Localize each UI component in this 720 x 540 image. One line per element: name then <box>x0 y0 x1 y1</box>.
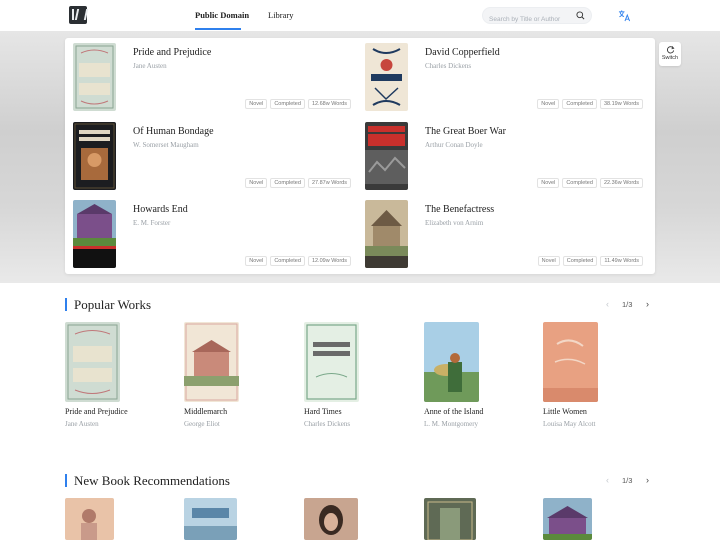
active-tab-indicator <box>195 28 241 30</box>
word-count-tag: 12.68w Words <box>307 99 351 109</box>
book-tags: Novel Completed 12.09w Words <box>245 256 351 266</box>
book-title[interactable]: Pride and Prejudice <box>133 47 211 58</box>
genre-tag: Novel <box>245 256 268 266</box>
book-cover[interactable] <box>65 498 114 540</box>
refresh-icon <box>666 46 674 54</box>
book-author: George Eliot <box>184 420 220 428</box>
page-indicator: 1/3 <box>622 300 633 309</box>
book-tags: Novel Completed 38.19w Words <box>537 99 643 109</box>
tab-public-domain[interactable]: Public Domain <box>195 10 249 20</box>
featured-book-the-benefactress[interactable]: The Benefactress Elizabeth von Arnim Nov… <box>357 195 647 268</box>
genre-tag: Novel <box>537 256 560 266</box>
search-box <box>482 7 592 27</box>
book-title[interactable]: The Benefactress <box>425 204 494 215</box>
recommended-book-4[interactable] <box>424 498 514 540</box>
book-cover[interactable] <box>73 43 116 111</box>
status-tag: Completed <box>270 178 305 188</box>
page-indicator: 1/3 <box>622 476 633 485</box>
recommended-book-3[interactable] <box>304 498 394 540</box>
translate-icon[interactable] <box>618 9 631 22</box>
book-author: Charles Dickens <box>304 420 351 428</box>
book-cover[interactable] <box>424 498 476 540</box>
book-cover[interactable] <box>184 498 237 540</box>
book-cover[interactable] <box>73 122 116 190</box>
book-cover[interactable] <box>304 498 358 540</box>
featured-book-the-great-boer-war[interactable]: The Great Boer War Arthur Conan Doyle No… <box>357 117 647 190</box>
genre-tag: Novel <box>245 178 268 188</box>
library-logo-icon[interactable] <box>69 6 87 24</box>
book-tags: Novel Completed 12.68w Words <box>245 99 351 109</box>
book-title[interactable]: Howards End <box>133 204 188 215</box>
tab-library[interactable]: Library <box>268 10 294 20</box>
book-title[interactable]: Of Human Bondage <box>133 126 214 137</box>
book-tags: Novel Completed 27.87w Words <box>245 178 351 188</box>
book-title[interactable]: Anne of the Island <box>424 407 514 416</box>
book-title[interactable]: The Great Boer War <box>425 126 506 137</box>
book-title[interactable]: Hard Times <box>304 407 394 416</box>
book-author: L. M. Montgomery <box>424 420 479 428</box>
top-header: Public Domain Library <box>0 0 720 31</box>
genre-tag: Novel <box>245 99 268 109</box>
recommended-book-1[interactable] <box>65 498 155 540</box>
popular-book-pride-and-prejudice[interactable]: Pride and Prejudice Jane Austen <box>65 322 155 428</box>
book-author: W. Somerset Maugham <box>133 141 199 149</box>
search-icon[interactable] <box>576 11 585 20</box>
chevron-left-icon[interactable]: ‹ <box>606 475 609 485</box>
word-count-tag: 38.19w Words <box>599 99 643 109</box>
book-cover[interactable] <box>543 498 592 540</box>
word-count-tag: 11.49w Words <box>600 256 643 266</box>
featured-book-david-copperfield[interactable]: David Copperfield Charles Dickens Novel … <box>357 38 647 111</box>
popular-book-middlemarch[interactable]: Middlemarch George Eliot <box>184 322 274 428</box>
book-author: Charles Dickens <box>425 62 472 70</box>
book-cover[interactable] <box>424 322 479 402</box>
status-tag: Completed <box>562 256 598 266</box>
book-cover[interactable] <box>365 122 408 190</box>
popular-works-title: Popular Works <box>65 298 151 311</box>
book-cover[interactable] <box>365 43 408 111</box>
book-title[interactable]: Little Women <box>543 407 633 416</box>
popular-book-hard-times[interactable]: Hard Times Charles Dickens <box>304 322 394 428</box>
book-tags: Novel Completed 11.49w Words <box>537 256 643 266</box>
book-author: Arthur Conan Doyle <box>425 141 483 149</box>
status-tag: Completed <box>270 99 305 109</box>
status-tag: Completed <box>562 99 597 109</box>
book-author: Elizabeth von Arnim <box>425 219 484 227</box>
new-recommendations-title: New Book Recommendations <box>65 474 230 487</box>
chevron-right-icon[interactable]: › <box>646 299 649 309</box>
book-cover[interactable] <box>184 322 239 402</box>
book-author: Jane Austen <box>133 62 167 70</box>
popular-book-little-women[interactable]: Little Women Louisa May Alcott <box>543 322 633 428</box>
book-author: E. M. Forster <box>133 219 171 227</box>
status-tag: Completed <box>562 178 597 188</box>
book-title[interactable]: David Copperfield <box>425 47 500 58</box>
book-cover[interactable] <box>65 322 120 402</box>
book-author: Louisa May Alcott <box>543 420 596 428</box>
book-cover[interactable] <box>304 322 359 402</box>
book-cover[interactable] <box>73 200 116 268</box>
featured-book-pride-and-prejudice[interactable]: Pride and Prejudice Jane Austen Novel Co… <box>65 38 355 111</box>
book-cover[interactable] <box>365 200 408 268</box>
search-input[interactable] <box>483 12 569 27</box>
featured-books-card: Pride and Prejudice Jane Austen Novel Co… <box>65 38 655 274</box>
switch-button[interactable]: Switch <box>659 42 681 66</box>
book-cover[interactable] <box>543 322 598 402</box>
chevron-left-icon[interactable]: ‹ <box>606 299 609 309</box>
word-count-tag: 27.87w Words <box>307 178 351 188</box>
book-title[interactable]: Pride and Prejudice <box>65 407 155 416</box>
recommended-book-5[interactable] <box>543 498 633 540</box>
word-count-tag: 22.36w Words <box>599 178 643 188</box>
book-title[interactable]: Middlemarch <box>184 407 274 416</box>
switch-label: Switch <box>661 55 679 61</box>
chevron-right-icon[interactable]: › <box>646 475 649 485</box>
status-tag: Completed <box>270 256 305 266</box>
book-tags: Novel Completed 22.36w Words <box>537 178 643 188</box>
book-author: Jane Austen <box>65 420 99 428</box>
featured-book-howards-end[interactable]: Howards End E. M. Forster Novel Complete… <box>65 195 355 268</box>
popular-book-anne-of-the-island[interactable]: Anne of the Island L. M. Montgomery <box>424 322 514 428</box>
genre-tag: Novel <box>537 178 560 188</box>
genre-tag: Novel <box>537 99 560 109</box>
word-count-tag: 12.09w Words <box>307 256 351 266</box>
recommended-book-2[interactable] <box>184 498 274 540</box>
featured-book-of-human-bondage[interactable]: Of Human Bondage W. Somerset Maugham Nov… <box>65 117 355 190</box>
